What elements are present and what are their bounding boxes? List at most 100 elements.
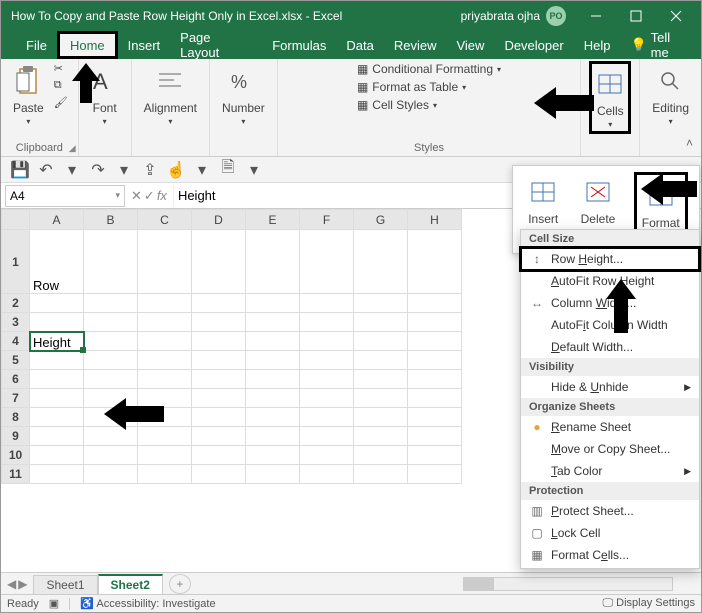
cell[interactable] bbox=[300, 313, 354, 332]
number-button[interactable]: % Number ▾ bbox=[218, 61, 269, 128]
col-header-g[interactable]: G bbox=[354, 210, 408, 230]
cell[interactable] bbox=[30, 408, 84, 427]
row-header-6[interactable]: 6 bbox=[2, 370, 30, 389]
menu-row-height[interactable]: ↕ Row Height... bbox=[521, 248, 699, 270]
cell[interactable] bbox=[30, 294, 84, 313]
row-header-11[interactable]: 11 bbox=[2, 465, 30, 484]
col-header-b[interactable]: B bbox=[84, 210, 138, 230]
cell[interactable] bbox=[300, 370, 354, 389]
menu-default-width[interactable]: Default Width... bbox=[521, 336, 699, 358]
col-header-f[interactable]: F bbox=[300, 210, 354, 230]
cell[interactable] bbox=[408, 427, 462, 446]
cell[interactable] bbox=[138, 313, 192, 332]
cell[interactable] bbox=[408, 294, 462, 313]
undo-button[interactable]: ↶ bbox=[35, 159, 57, 181]
enter-formula-button[interactable]: ✓ bbox=[144, 188, 155, 204]
cell[interactable] bbox=[408, 313, 462, 332]
cell[interactable] bbox=[300, 427, 354, 446]
cell[interactable] bbox=[408, 446, 462, 465]
cancel-formula-button[interactable]: ✕ bbox=[131, 188, 142, 204]
cell[interactable] bbox=[354, 313, 408, 332]
cell[interactable] bbox=[300, 446, 354, 465]
qat-customize[interactable]: ▾ bbox=[243, 159, 265, 181]
cell[interactable] bbox=[246, 427, 300, 446]
cell[interactable] bbox=[354, 294, 408, 313]
row-header-3[interactable]: 3 bbox=[2, 313, 30, 332]
cell[interactable] bbox=[408, 370, 462, 389]
touch-mode-button[interactable]: ☝ bbox=[165, 159, 187, 181]
cell-a1[interactable]: Row bbox=[30, 230, 84, 294]
cell[interactable] bbox=[354, 389, 408, 408]
cell[interactable] bbox=[138, 351, 192, 370]
cell[interactable] bbox=[138, 294, 192, 313]
sheet-nav-prev[interactable]: ◀ bbox=[7, 577, 16, 591]
cell[interactable] bbox=[192, 230, 246, 294]
name-box[interactable]: A4 ▾ bbox=[5, 185, 125, 207]
cell[interactable] bbox=[246, 230, 300, 294]
insert-function-button[interactable]: fx bbox=[157, 188, 167, 204]
cell[interactable] bbox=[84, 351, 138, 370]
cell[interactable] bbox=[408, 465, 462, 484]
sheet-nav-next[interactable]: ▶ bbox=[18, 577, 27, 591]
editing-button[interactable]: Editing ▾ bbox=[648, 61, 693, 128]
menu-hide-unhide[interactable]: Hide & Unhide ▶ bbox=[521, 376, 699, 398]
cell[interactable] bbox=[30, 313, 84, 332]
accessibility-status[interactable]: ♿ Accessibility: Investigate bbox=[80, 597, 215, 610]
menu-protect-sheet[interactable]: ▥ Protect Sheet... bbox=[521, 500, 699, 522]
format-as-table-button[interactable]: ▦Format as Table▾ bbox=[357, 79, 501, 95]
menu-format-cells[interactable]: ▦ Format Cells... bbox=[521, 544, 699, 566]
cell[interactable] bbox=[408, 230, 462, 294]
cell[interactable] bbox=[354, 230, 408, 294]
cell[interactable] bbox=[30, 427, 84, 446]
cell[interactable] bbox=[354, 427, 408, 446]
collapse-ribbon-button[interactable]: ˄ bbox=[686, 136, 693, 150]
menu-page-layout[interactable]: Page Layout bbox=[170, 31, 262, 59]
close-button[interactable] bbox=[656, 1, 696, 31]
cell-a4[interactable]: Height bbox=[30, 332, 84, 351]
redo-button[interactable]: ↷ bbox=[87, 159, 109, 181]
cell[interactable] bbox=[354, 446, 408, 465]
cell[interactable] bbox=[192, 351, 246, 370]
alignment-button[interactable]: Alignment ▾ bbox=[140, 61, 201, 128]
col-header-a[interactable]: A bbox=[30, 210, 84, 230]
menu-review[interactable]: Review bbox=[384, 31, 447, 59]
menu-rename-sheet[interactable]: ● Rename Sheet bbox=[521, 416, 699, 438]
cell[interactable] bbox=[138, 370, 192, 389]
cell[interactable] bbox=[192, 427, 246, 446]
display-settings-button[interactable]: 🖵 Display Settings bbox=[602, 597, 695, 610]
col-header-c[interactable]: C bbox=[138, 210, 192, 230]
cell[interactable] bbox=[408, 332, 462, 351]
cell[interactable] bbox=[246, 389, 300, 408]
cell-styles-button[interactable]: ▦Cell Styles▾ bbox=[357, 97, 501, 113]
cell[interactable] bbox=[30, 370, 84, 389]
macro-record-button[interactable]: ▣ bbox=[49, 597, 59, 610]
menu-formulas[interactable]: Formulas bbox=[262, 31, 336, 59]
menu-insert[interactable]: Insert bbox=[118, 31, 171, 59]
cell[interactable] bbox=[84, 230, 138, 294]
cell[interactable] bbox=[300, 230, 354, 294]
cell[interactable] bbox=[354, 370, 408, 389]
row-header-1[interactable]: 1 bbox=[2, 230, 30, 294]
qat-dropdown[interactable]: ▾ bbox=[61, 159, 83, 181]
cell[interactable] bbox=[84, 332, 138, 351]
cell[interactable] bbox=[354, 332, 408, 351]
sheet-tab-sheet2[interactable]: Sheet2 bbox=[98, 574, 163, 595]
cell[interactable] bbox=[30, 351, 84, 370]
cell[interactable] bbox=[300, 332, 354, 351]
row-header-10[interactable]: 10 bbox=[2, 446, 30, 465]
menu-help[interactable]: Help bbox=[574, 31, 621, 59]
cell[interactable] bbox=[354, 351, 408, 370]
new-file-button[interactable]: 🗎 bbox=[217, 159, 239, 181]
tell-me[interactable]: 💡 Tell me bbox=[620, 31, 701, 59]
row-header-8[interactable]: 8 bbox=[2, 408, 30, 427]
menu-tab-color[interactable]: Tab Color ▶ bbox=[521, 460, 699, 482]
cell[interactable] bbox=[30, 446, 84, 465]
cell[interactable] bbox=[84, 294, 138, 313]
row-header-5[interactable]: 5 bbox=[2, 351, 30, 370]
cell[interactable] bbox=[354, 408, 408, 427]
cell[interactable] bbox=[30, 465, 84, 484]
row-header-7[interactable]: 7 bbox=[2, 389, 30, 408]
cell[interactable] bbox=[246, 370, 300, 389]
cell[interactable] bbox=[84, 446, 138, 465]
cell[interactable] bbox=[300, 408, 354, 427]
